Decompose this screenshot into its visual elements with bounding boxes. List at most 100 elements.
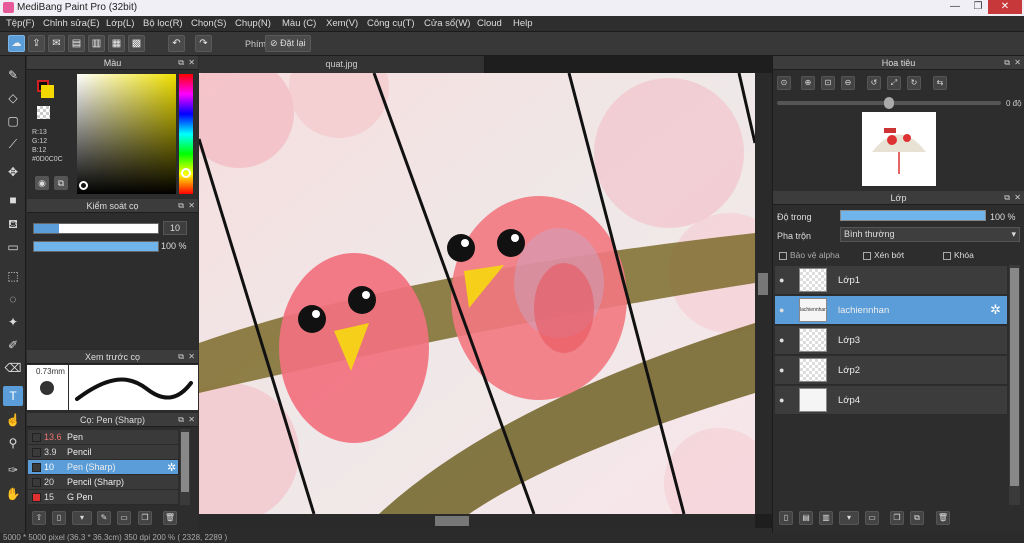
rotation-handle[interactable] — [884, 97, 894, 109]
gear-icon[interactable]: ✲ — [990, 302, 1001, 318]
hue-slider[interactable] — [179, 74, 193, 194]
transparent-swatch[interactable] — [37, 106, 50, 119]
saturation-value-picker[interactable] — [77, 74, 176, 194]
duplicate-layer-icon[interactable]: ❐ — [890, 511, 904, 525]
close-panel-icon[interactable]: ✕ — [1014, 191, 1021, 205]
brush-delete-icon[interactable]: 🗑 — [163, 511, 177, 525]
layer-row[interactable]: ● Lớp2 — [775, 356, 1007, 385]
eye-icon[interactable]: ● — [779, 365, 784, 375]
doc-icon[interactable]: ▤ — [68, 35, 85, 52]
lock-checkbox[interactable]: Khóa — [943, 250, 974, 260]
brush-item[interactable]: 20 Pencil (Sharp) — [28, 475, 178, 490]
dropper-tool-icon[interactable]: ✑ — [3, 460, 23, 480]
eraser-tool-icon[interactable]: ◇ — [3, 88, 23, 108]
operation-tool-icon[interactable]: ☝ — [3, 410, 23, 430]
magic-wand-tool-icon[interactable]: ✦ — [3, 312, 23, 332]
tiles-icon[interactable]: ▩ — [128, 35, 145, 52]
scroll-thumb[interactable] — [181, 432, 189, 492]
hand-tool-icon[interactable]: ✋ — [3, 484, 23, 504]
grid-doc-icon[interactable]: ▦ — [108, 35, 125, 52]
eye-icon[interactable]: ● — [779, 335, 784, 345]
line-tool-icon[interactable]: ⟋ — [3, 134, 23, 154]
text-tool-icon[interactable]: T — [3, 386, 23, 406]
protect-alpha-checkbox[interactable]: Bảo vệ alpha — [779, 250, 840, 260]
redo-button[interactable]: ↷ — [195, 35, 212, 52]
menu-edit[interactable]: Chỉnh sửa(E) — [43, 18, 100, 29]
close-panel-icon[interactable]: ✕ — [188, 56, 195, 70]
menu-file[interactable]: Tệp(F) — [6, 18, 35, 29]
menu-layer[interactable]: Lớp(L) — [106, 18, 134, 29]
popout-icon[interactable]: ⧉ — [1004, 56, 1010, 70]
popout-icon[interactable]: ⧉ — [178, 350, 184, 364]
rect-select-tool-icon[interactable]: ▢ — [3, 111, 23, 131]
popout-icon[interactable]: ⧉ — [178, 199, 184, 213]
menu-cloud[interactable]: Cloud — [477, 18, 502, 29]
bucket-tool-icon[interactable]: ⛾ — [3, 214, 23, 234]
horizontal-scrollbar[interactable] — [199, 514, 755, 528]
menu-help[interactable]: Help — [513, 18, 533, 29]
layer-row[interactable]: ● Lớp4 — [775, 386, 1007, 415]
layers-scroll-thumb[interactable] — [1010, 268, 1019, 486]
menu-tools[interactable]: Công cụ(T) — [367, 18, 415, 29]
close-panel-icon[interactable]: ✕ — [188, 413, 195, 427]
menu-view[interactable]: Xem(V) — [326, 18, 358, 29]
zoom-out-icon[interactable]: ⊖ — [841, 76, 855, 90]
palette-icon[interactable]: ◉ — [35, 176, 49, 190]
eye-icon[interactable]: ● — [779, 395, 784, 405]
brush-cloud-icon[interactable]: ⇧ — [32, 511, 46, 525]
brush-copy-icon[interactable]: ❐ — [138, 511, 152, 525]
menu-color[interactable]: Màu (C) — [282, 18, 316, 29]
layer-row-selected[interactable]: ● lachiennhan lachiennhan ✲ — [775, 296, 1007, 325]
layer-folder-icon[interactable]: ▭ — [865, 511, 879, 525]
minimize-button[interactable]: — — [944, 0, 966, 14]
delete-layer-icon[interactable]: 🗑 — [936, 511, 950, 525]
gradient-tool-icon[interactable]: ▭ — [3, 237, 23, 257]
marquee-tool-icon[interactable]: ⬚ — [3, 266, 23, 286]
vertical-scroll-thumb[interactable] — [758, 273, 768, 295]
new-8bit-layer-icon[interactable]: ▥ — [819, 511, 833, 525]
brush-menu-icon[interactable]: ▾ — [72, 511, 92, 525]
layer-row[interactable]: ● Lớp3 — [775, 326, 1007, 355]
document-tab[interactable]: quat.jpg — [199, 56, 485, 73]
layer-opacity-slider[interactable] — [840, 210, 986, 221]
flip-icon[interactable]: ⇆ — [933, 76, 947, 90]
background-color-swatch[interactable] — [41, 85, 54, 98]
menu-capture[interactable]: Chụp(N) — [235, 18, 271, 29]
layer-row[interactable]: ● Lớp1 — [775, 266, 1007, 295]
move-tool-icon[interactable]: ✥ — [3, 162, 23, 182]
brush-item[interactable]: 15 G Pen — [28, 490, 178, 505]
new-layer-icon[interactable]: ▯ — [779, 511, 793, 525]
zoom-actual-icon[interactable]: ⊡ — [821, 76, 835, 90]
rotate-right-icon[interactable]: ↻ — [907, 76, 921, 90]
layers-scrollbar[interactable] — [1009, 265, 1020, 505]
eyedropper-tool-icon[interactable]: ⚲ — [3, 433, 23, 453]
popout-icon[interactable]: ⧉ — [178, 413, 184, 427]
cloud-icon[interactable]: ☁ — [8, 35, 25, 52]
eye-icon[interactable]: ● — [779, 305, 784, 315]
lasso-tool-icon[interactable]: ◌ — [3, 289, 23, 309]
add-layer-menu-icon[interactable]: ▾ — [839, 511, 859, 525]
fill-rect-tool-icon[interactable]: ■ — [3, 190, 23, 210]
canvas-artwork[interactable] — [199, 73, 755, 514]
popout-icon[interactable]: ⧉ — [178, 56, 184, 70]
brush-size-value[interactable]: 10 — [163, 221, 187, 235]
color-swap-icon[interactable]: ⧉ — [54, 176, 68, 190]
close-panel-icon[interactable]: ✕ — [1014, 56, 1021, 70]
close-panel-icon[interactable]: ✕ — [188, 350, 195, 364]
brush-edit-icon[interactable]: ✎ — [97, 511, 111, 525]
fit-screen-icon[interactable]: ⤢ — [887, 76, 901, 90]
zoom-fit-icon[interactable]: ⊙ — [777, 76, 791, 90]
navigator-thumbnail[interactable] — [862, 112, 936, 186]
brush-opacity-slider[interactable] — [33, 241, 159, 252]
share-icon[interactable]: ⇪ — [28, 35, 45, 52]
brush-item[interactable]: 3.9 Pencil — [28, 445, 178, 460]
restore-button[interactable]: ❐ — [967, 0, 989, 14]
new-halftone-layer-icon[interactable]: ▤ — [799, 511, 813, 525]
close-button[interactable]: ✕ — [988, 0, 1022, 14]
zoom-in-icon[interactable]: ⊕ — [801, 76, 815, 90]
brush-list-scrollbar[interactable] — [180, 429, 190, 505]
brush-item[interactable]: 13.6 Pen — [28, 430, 178, 445]
reset-button[interactable]: ⊘ Đặt lại — [265, 35, 311, 52]
chat-icon[interactable]: ✉ — [48, 35, 65, 52]
rotation-slider[interactable] — [777, 97, 1001, 109]
